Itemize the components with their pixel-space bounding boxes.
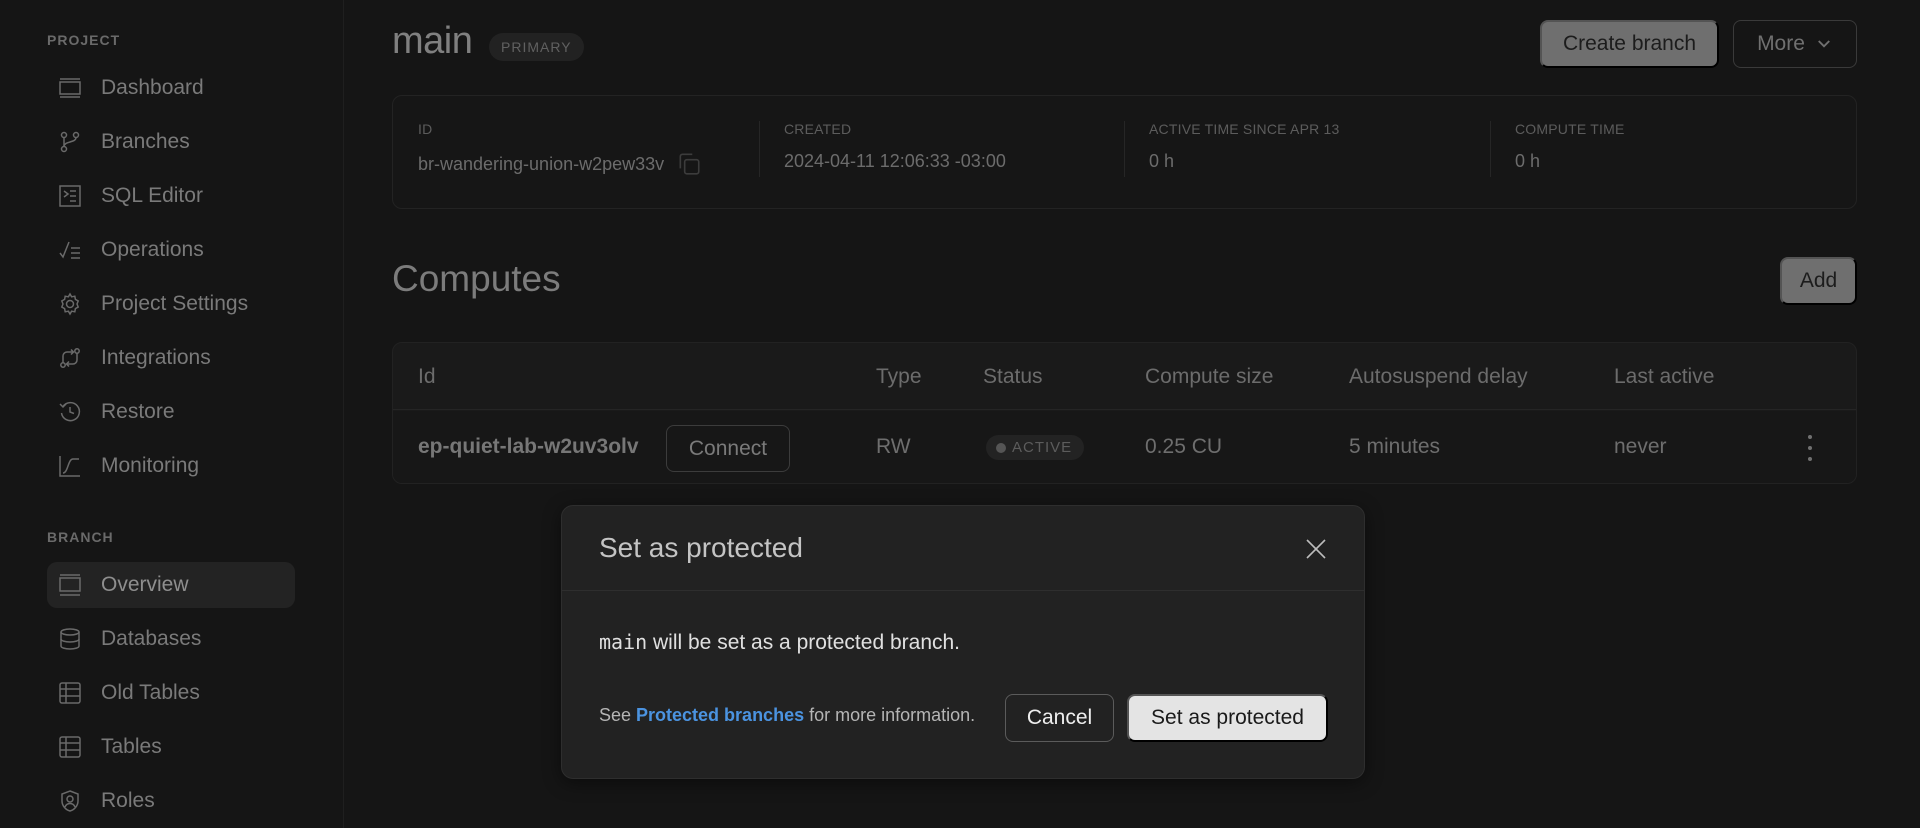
roles-icon: [57, 788, 83, 814]
note-prefix: See: [599, 705, 637, 725]
computes-table: Id Type Status Compute size Autosuspend …: [392, 342, 1857, 484]
sidebar-item-branches[interactable]: Branches: [47, 119, 295, 165]
active-time-field: ACTIVE TIME SINCE APR 13 0 h: [1124, 96, 1489, 210]
active-time-value: 0 h: [1149, 151, 1175, 171]
sidebar-item-label: SQL Editor: [101, 184, 203, 207]
sidebar-item-label: Operations: [101, 238, 204, 261]
dialog-header: Set as protected: [562, 506, 1364, 591]
column-header-status: Status: [983, 365, 1043, 388]
operations-icon: [57, 237, 83, 263]
compute-id: ep-quiet-lab-w2uv3olv: [418, 435, 639, 458]
protected-branches-link[interactable]: Protected branches: [636, 705, 804, 725]
dialog-title: Set as protected: [599, 532, 803, 563]
sidebar-item-operations[interactable]: Operations: [47, 227, 295, 273]
monitoring-icon: [57, 453, 83, 479]
project-section-label: PROJECT: [47, 32, 121, 48]
sidebar-item-label: Roles: [101, 789, 155, 812]
compute-type: RW: [876, 435, 911, 458]
connect-button[interactable]: Connect: [666, 425, 790, 472]
branch-section-label: BRANCH: [47, 529, 114, 545]
table-icon: [57, 734, 83, 760]
compute-time-label: COMPUTE TIME: [1515, 121, 1625, 137]
copy-icon[interactable]: [676, 151, 702, 177]
sidebar-item-project-settings[interactable]: Project Settings: [47, 281, 295, 327]
dialog-note: See Protected branches for more informat…: [599, 705, 975, 726]
set-protected-dialog: Set as protected main will be set as a p…: [561, 505, 1365, 779]
last-active: never: [1614, 435, 1667, 458]
gear-icon: [57, 291, 83, 317]
sidebar-item-label: Overview: [101, 573, 189, 596]
created-label: CREATED: [784, 121, 852, 137]
sql-editor-icon: [57, 183, 83, 209]
branch-id-field: ID br-wandering-union-w2pew33v: [393, 96, 758, 210]
status-text: ACTIVE: [1012, 439, 1073, 456]
column-header-type: Type: [876, 365, 922, 388]
database-icon: [57, 626, 83, 652]
sidebar-item-databases[interactable]: Databases: [47, 616, 295, 662]
compute-time-field: COMPUTE TIME 0 h: [1490, 96, 1855, 210]
branches-icon: [57, 129, 83, 155]
add-compute-button[interactable]: Add: [1780, 257, 1857, 305]
row-actions-kebab-icon[interactable]: [1804, 435, 1816, 461]
compute-size: 0.25 CU: [1145, 435, 1223, 458]
sidebar-item-label: Monitoring: [101, 454, 200, 477]
sidebar-item-tables[interactable]: Tables: [47, 724, 295, 770]
autosuspend-delay: 5 minutes: [1349, 435, 1441, 458]
dashboard-icon: [57, 75, 83, 101]
note-suffix: for more information.: [804, 705, 976, 725]
branch-id-label: ID: [418, 121, 433, 137]
set-as-protected-button[interactable]: Set as protected: [1127, 694, 1328, 742]
column-header-compute-size: Compute size: [1145, 365, 1274, 388]
status-dot-icon: [996, 442, 1006, 453]
sidebar-item-label: Restore: [101, 400, 175, 423]
sidebar-item-monitoring[interactable]: Monitoring: [47, 443, 295, 489]
chevron-down-icon: [1818, 40, 1830, 48]
sidebar-item-label: Integrations: [101, 346, 211, 369]
sidebar-item-old-tables[interactable]: Old Tables: [47, 670, 295, 716]
computes-title: Computes: [392, 258, 561, 299]
more-button-label: More: [1757, 32, 1805, 55]
more-button[interactable]: More: [1733, 20, 1857, 68]
integrations-icon: [57, 345, 83, 371]
column-header-last-active: Last active: [1614, 365, 1715, 388]
sidebar-item-overview[interactable]: Overview: [47, 562, 295, 608]
sidebar-item-label: Branches: [101, 130, 190, 153]
close-icon: [1306, 539, 1326, 559]
dialog-message-text: will be set as a protected branch.: [647, 631, 961, 654]
sidebar-item-label: Old Tables: [101, 681, 200, 704]
sidebar-item-label: Dashboard: [101, 76, 204, 99]
sidebar-item-restore[interactable]: Restore: [47, 389, 295, 435]
restore-icon: [57, 399, 83, 425]
branch-info-card: ID br-wandering-union-w2pew33v CREATED 2…: [392, 95, 1857, 209]
active-time-label: ACTIVE TIME SINCE APR 13: [1149, 121, 1340, 137]
page-title: main: [392, 20, 473, 62]
table-row: ep-quiet-lab-w2uv3olv Connect RW ACTIVE …: [393, 411, 1856, 483]
table-header: Id Type Status Compute size Autosuspend …: [393, 343, 1856, 410]
branch-id-value: br-wandering-union-w2pew33v: [418, 153, 665, 174]
sidebar-item-dashboard[interactable]: Dashboard: [47, 65, 295, 111]
status-badge: ACTIVE: [986, 435, 1085, 460]
table-icon: [57, 680, 83, 706]
sidebar-item-label: Tables: [101, 735, 162, 758]
cancel-button[interactable]: Cancel: [1005, 694, 1114, 742]
column-header-autosuspend: Autosuspend delay: [1349, 365, 1528, 388]
compute-time-value: 0 h: [1515, 151, 1541, 171]
sidebar-item-label: Project Settings: [101, 292, 249, 315]
overview-icon: [57, 572, 83, 598]
sidebar-item-integrations[interactable]: Integrations: [47, 335, 295, 381]
close-button[interactable]: [1304, 537, 1328, 561]
sidebar: PROJECT Dashboard Branches SQL Editor Op…: [0, 0, 344, 828]
created-field: CREATED 2024-04-11 12:06:33 -03:00: [759, 96, 1124, 210]
create-branch-button[interactable]: Create branch: [1540, 20, 1719, 68]
sidebar-item-roles[interactable]: Roles: [47, 778, 295, 824]
sidebar-item-label: Databases: [101, 627, 202, 650]
primary-badge: PRIMARY: [489, 33, 584, 61]
created-value: 2024-04-11 12:06:33 -03:00: [784, 151, 1006, 171]
dialog-message: main will be set as a protected branch.: [599, 630, 960, 655]
branch-name-code: main: [599, 630, 648, 654]
sidebar-item-sql-editor[interactable]: SQL Editor: [47, 173, 295, 219]
column-header-id: Id: [418, 365, 436, 388]
